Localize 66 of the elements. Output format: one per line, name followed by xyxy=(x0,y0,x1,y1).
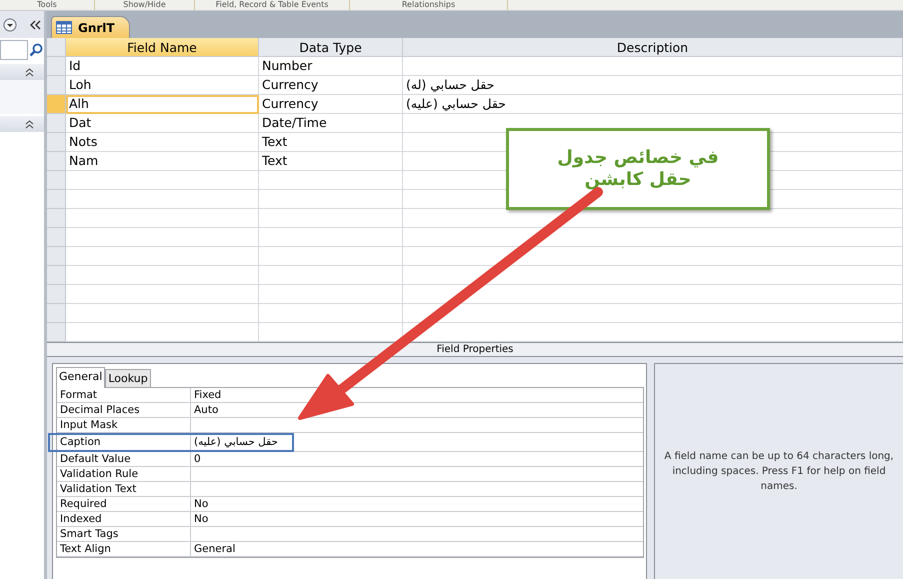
properties-tab[interactable]: Lookup xyxy=(105,369,151,387)
row-selector[interactable] xyxy=(47,209,66,228)
property-name: Default Value xyxy=(57,452,191,467)
table-cell: Loh xyxy=(66,76,259,95)
property-value[interactable]: General xyxy=(191,542,643,557)
help-text: A field name can be up to 64 characters long, including spaces. Press F1 for help on field names. xyxy=(663,450,895,494)
table-cell: Nam xyxy=(66,152,259,171)
column-header: Data Type xyxy=(259,38,403,57)
property-name: Input Mask xyxy=(57,418,191,433)
row-selector[interactable] xyxy=(47,323,66,342)
field-properties-title: Field Properties xyxy=(47,342,903,357)
property-name: Validation Rule xyxy=(57,467,191,482)
property-name: Format xyxy=(57,388,191,403)
table-cell: Text xyxy=(259,152,403,171)
collapse-icon[interactable] xyxy=(30,20,41,30)
row-selector[interactable] xyxy=(47,304,66,323)
callout-text: في خصائص جدول حقل كابشن xyxy=(556,146,720,192)
ribbon-group-label: Show/Hide xyxy=(95,0,195,10)
table-cell: Nots xyxy=(66,133,259,152)
ribbon-group-label: Field, Record & Table Events xyxy=(195,0,350,10)
ribbon-group-label: Tools xyxy=(0,0,95,10)
table-cell: حقل حسابي (له) xyxy=(403,76,903,95)
table-cell: Currency xyxy=(259,76,403,95)
property-value[interactable]: No xyxy=(191,512,643,527)
row-selector[interactable] xyxy=(47,247,66,266)
row-selector[interactable] xyxy=(47,285,66,304)
column-header: Description xyxy=(403,38,903,57)
row-selector[interactable] xyxy=(47,171,66,190)
chevron-up-icon[interactable] xyxy=(25,68,34,76)
table-cell: Id xyxy=(66,57,259,76)
nav-group-header[interactable] xyxy=(0,116,44,132)
property-name: Decimal Places xyxy=(57,403,191,418)
properties-tab[interactable]: General xyxy=(56,367,106,388)
property-value[interactable]: 0 xyxy=(191,452,643,467)
row-selector[interactable] xyxy=(47,114,66,133)
row-selector[interactable] xyxy=(47,133,66,152)
ribbon-group-label: Relationships xyxy=(350,0,508,10)
property-name: Required xyxy=(57,497,191,512)
property-name: Indexed xyxy=(57,512,191,527)
row-selector[interactable] xyxy=(47,152,66,171)
table-cell: Dat xyxy=(66,114,259,133)
table-cell: حقل حسابي (عليه) xyxy=(403,95,903,114)
row-selector[interactable] xyxy=(47,266,66,285)
column-header: Field Name xyxy=(66,38,259,57)
row-selector[interactable] xyxy=(47,95,66,114)
row-selector[interactable] xyxy=(47,76,66,95)
property-name: Caption xyxy=(57,433,191,452)
property-value[interactable]: No xyxy=(191,497,643,512)
dropdown-icon[interactable] xyxy=(3,18,17,32)
search-field[interactable] xyxy=(0,40,28,60)
table-cell: Text xyxy=(259,133,403,152)
property-name: Smart Tags xyxy=(57,527,191,542)
table-cell: Date/Time xyxy=(259,114,403,133)
table-cell: Number xyxy=(259,57,403,76)
table-cell: Currency xyxy=(259,95,403,114)
search-icon[interactable] xyxy=(29,43,43,57)
chevron-up-icon[interactable] xyxy=(25,120,34,128)
property-name: Validation Text xyxy=(57,482,191,497)
property-value[interactable]: حقل حسابي (عليه) xyxy=(191,433,643,452)
document-tab[interactable]: GnrlT xyxy=(51,16,130,38)
table-icon xyxy=(56,21,72,34)
property-name: Text Align xyxy=(57,542,191,557)
nav-group-header[interactable] xyxy=(0,64,44,80)
row-selector[interactable] xyxy=(47,228,66,247)
table-cell: Alh xyxy=(66,95,259,114)
row-selector[interactable] xyxy=(47,190,66,209)
